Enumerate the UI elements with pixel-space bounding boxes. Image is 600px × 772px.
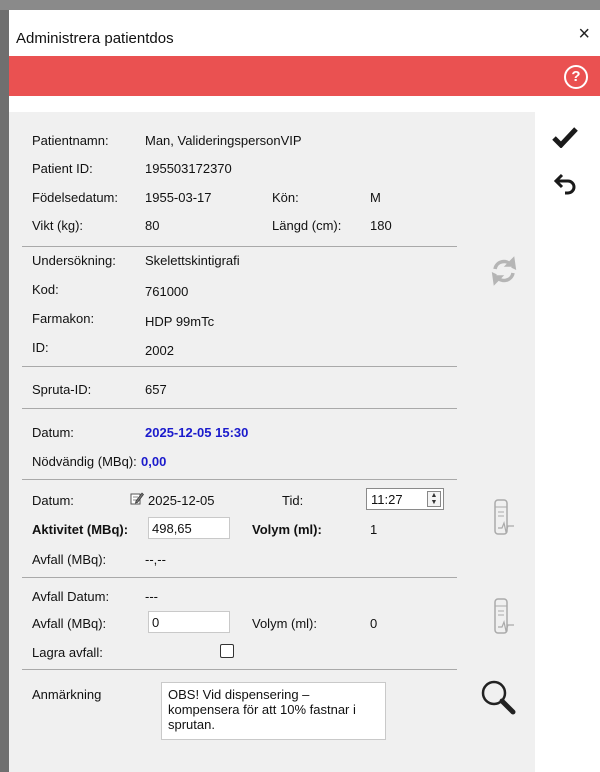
header-band: ? — [9, 56, 600, 96]
calendar-edit-icon[interactable] — [130, 491, 144, 508]
syringe-id-label: Spruta-ID: — [32, 382, 92, 397]
measure-date-value[interactable]: 2025-12-05 — [148, 493, 215, 508]
checkmark-icon[interactable] — [552, 126, 578, 151]
weight-label: Vikt (kg): — [32, 218, 84, 233]
help-icon[interactable]: ? — [564, 65, 588, 89]
separator — [22, 669, 457, 670]
separator — [22, 408, 457, 409]
weight-value: 80 — [145, 218, 160, 233]
syringe-waste-icon[interactable] — [490, 597, 516, 640]
waste-mbq-label: Avfall (MBq): — [32, 616, 107, 631]
birthdate-value: 1955-03-17 — [145, 190, 212, 205]
code-label: Kod: — [32, 282, 59, 297]
time-spinner[interactable]: 11:27 ▲ ▼ — [366, 488, 444, 510]
height-label: Längd (cm): — [272, 218, 342, 233]
top-strip — [0, 0, 600, 10]
remark-textarea[interactable]: OBS! Vid dispensering – kompensera för a… — [161, 682, 386, 740]
patient-name-label: Patientnamn: — [32, 133, 109, 148]
waste-mbq-input-value: 0 — [152, 615, 160, 630]
separator — [22, 479, 457, 480]
exam-id-value: 2002 — [145, 343, 174, 358]
waste-volume-value: 0 — [370, 616, 378, 631]
activity-input[interactable]: 498,65 — [148, 517, 230, 539]
patient-id-value: 195503172370 — [145, 161, 232, 176]
waste-date-value: --- — [145, 589, 158, 604]
planned-date-value: 2025-12-05 15:30 — [145, 425, 249, 440]
title-bar: Administrera patientdos × — [9, 10, 600, 56]
drug-label: Farmakon: — [32, 311, 95, 326]
form-panel: Patientnamn: Man, ValideringspersonVIP P… — [12, 112, 535, 772]
waste-date-label: Avfall Datum: — [32, 589, 110, 604]
close-icon[interactable]: × — [578, 24, 590, 44]
exam-label: Undersökning: — [32, 253, 116, 268]
drug-value: HDP 99mTc — [145, 314, 215, 329]
volume-label: Volym (ml): — [252, 522, 322, 537]
undo-icon[interactable] — [553, 172, 577, 199]
syringe-measure-icon[interactable] — [490, 498, 516, 541]
time-value: 11:27 — [371, 492, 403, 507]
store-waste-label: Lagra avfall: — [32, 645, 103, 660]
separator — [22, 577, 457, 578]
window-left-edge — [0, 10, 9, 772]
activity-input-value: 498,65 — [152, 521, 192, 536]
sex-label: Kön: — [272, 190, 299, 205]
waste-mbq-input[interactable]: 0 — [148, 611, 230, 633]
remark-label: Anmärkning — [32, 687, 102, 702]
activity-label: Aktivitet (MBq): — [32, 522, 129, 537]
separator — [22, 246, 457, 247]
volume-value: 1 — [370, 522, 378, 537]
required-activity-label: Nödvändig (MBq): — [32, 454, 137, 469]
planned-date-label: Datum: — [32, 425, 74, 440]
store-waste-checkbox[interactable] — [220, 644, 234, 658]
exam-id-label: ID: — [32, 340, 49, 355]
dialog-window: Administrera patientdos × ? Patientnamn:… — [9, 10, 600, 772]
action-column — [535, 112, 600, 772]
window-title: Administrera patientdos — [16, 30, 174, 47]
height-value: 180 — [370, 218, 392, 233]
waste-volume-label: Volym (ml): — [252, 616, 317, 631]
code-value: 761000 — [145, 284, 189, 299]
search-icon[interactable] — [479, 678, 519, 721]
exam-value: Skelettskintigrafi — [145, 253, 240, 268]
required-activity-value: 0,00 — [141, 454, 167, 469]
birthdate-label: Födelsedatum: — [32, 190, 118, 205]
measure-waste-label: Avfall (MBq): — [32, 552, 107, 567]
header-spacer — [9, 96, 600, 112]
time-spin-buttons[interactable]: ▲ ▼ — [427, 491, 441, 507]
separator — [22, 366, 457, 367]
syringe-id-value: 657 — [145, 382, 167, 397]
measure-date-label: Datum: — [32, 493, 74, 508]
measure-waste-value: --,-- — [145, 552, 166, 567]
sex-value: M — [370, 190, 381, 205]
refresh-icon[interactable] — [489, 256, 519, 289]
patient-id-label: Patient ID: — [32, 161, 93, 176]
patient-name-value: Man, ValideringspersonVIP — [145, 133, 302, 148]
time-label: Tid: — [282, 493, 304, 508]
